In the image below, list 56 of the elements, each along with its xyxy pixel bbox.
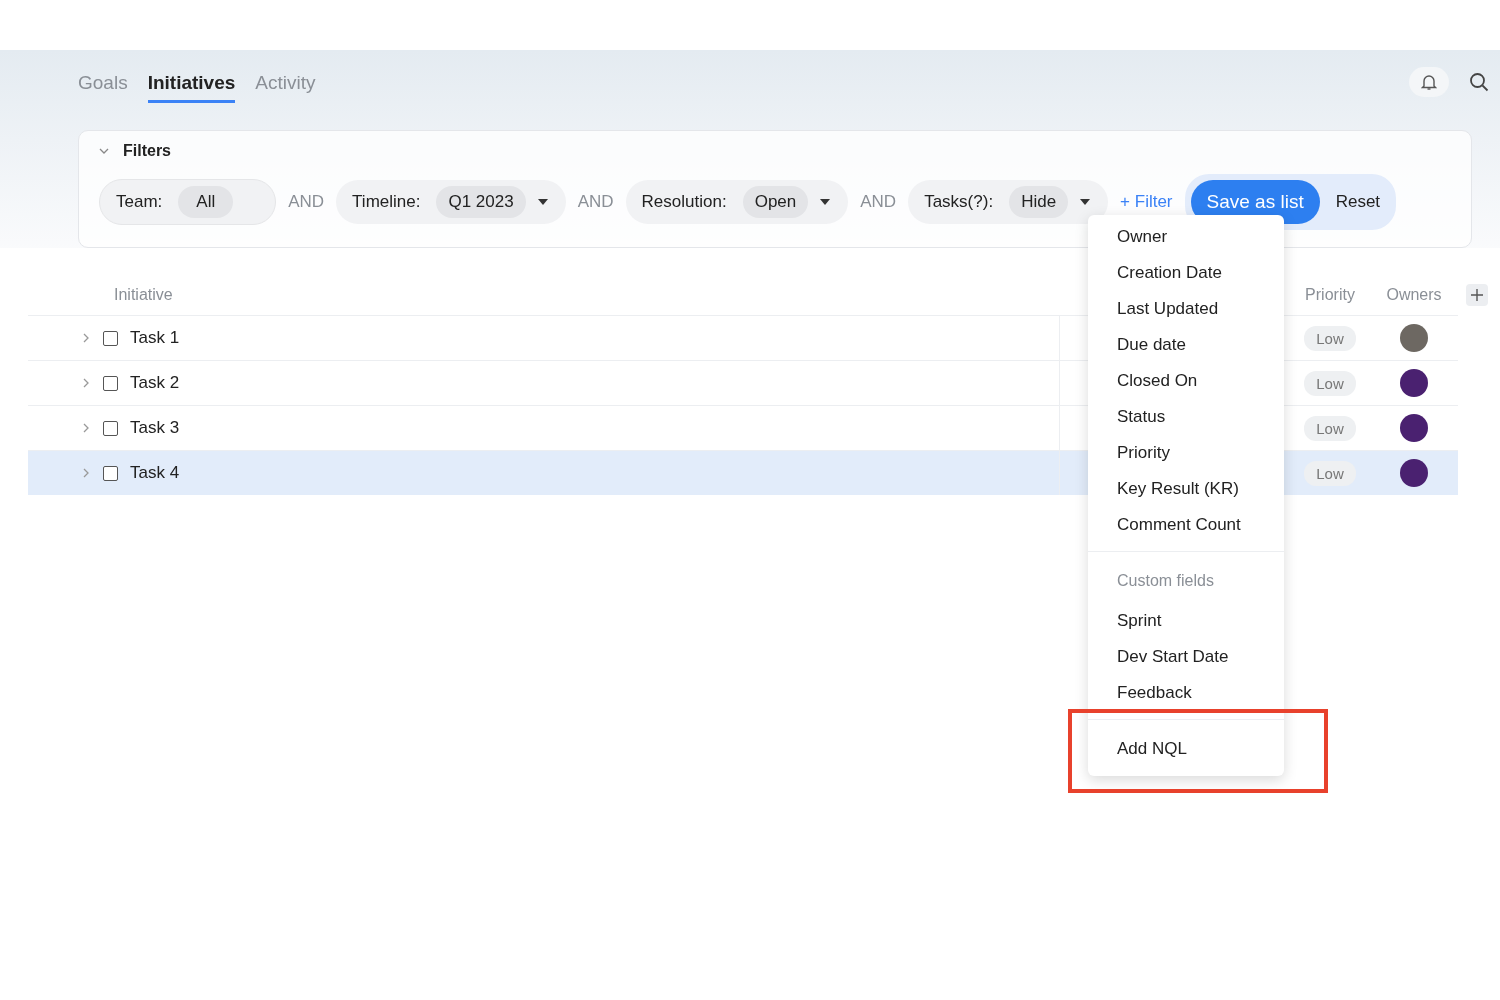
chevron-icon[interactable] xyxy=(99,148,109,154)
task-name[interactable]: Task 3 xyxy=(130,418,180,438)
caret-icon[interactable] xyxy=(537,199,548,205)
priority-tag: Low xyxy=(1304,325,1356,351)
menu-item[interactable]: Sprint xyxy=(1088,603,1284,639)
chevron-icon[interactable] xyxy=(83,423,89,433)
menu-item[interactable]: Comment Count xyxy=(1088,507,1284,543)
filter-label: Timeline: xyxy=(352,192,421,212)
plus-icon xyxy=(1470,289,1483,301)
filter-value[interactable]: All xyxy=(178,186,234,218)
filter-label: Team: xyxy=(116,192,163,212)
menu-item[interactable]: Due date xyxy=(1088,327,1284,363)
menu-item[interactable]: Closed On xyxy=(1088,363,1284,399)
checkbox[interactable] xyxy=(103,330,118,346)
chevron-icon[interactable] xyxy=(83,333,89,343)
caret-icon[interactable] xyxy=(1080,199,1091,205)
add-column-button[interactable] xyxy=(1465,284,1488,306)
tab[interactable]: Initiatives xyxy=(147,65,236,103)
filter-value[interactable]: Open xyxy=(742,186,809,218)
chevron-icon[interactable] xyxy=(83,378,89,388)
menu-section-header: Custom fields xyxy=(1116,571,1215,591)
menu-item[interactable]: Dev Start Date xyxy=(1088,639,1284,675)
menu-item[interactable]: Key Result (KR) xyxy=(1088,471,1284,507)
priority-tag: Low xyxy=(1304,460,1356,486)
filter-label: Resolution: xyxy=(641,192,727,212)
checkbox[interactable] xyxy=(103,420,118,436)
column-header: Priority xyxy=(1304,286,1356,304)
task-cell[interactable]: Task 4 xyxy=(28,451,1060,495)
and-label: AND xyxy=(577,192,614,212)
filter-value[interactable]: Hide xyxy=(1009,186,1069,218)
menu-item[interactable]: Priority xyxy=(1088,435,1284,471)
checkbox[interactable] xyxy=(103,465,118,481)
and-label: AND xyxy=(288,192,325,212)
menu-item[interactable]: Feedback xyxy=(1088,675,1284,711)
search-icon[interactable] xyxy=(1469,72,1489,92)
menu-item[interactable]: Last Updated xyxy=(1088,291,1284,327)
task-name[interactable]: Task 2 xyxy=(130,373,180,393)
menu-item[interactable]: Add NQL xyxy=(1088,731,1284,767)
filters-title: Filters xyxy=(123,142,171,160)
caret-icon[interactable] xyxy=(820,199,831,205)
notification-button[interactable] xyxy=(1409,67,1449,97)
checkbox[interactable] xyxy=(103,375,118,391)
task-name[interactable]: Task 4 xyxy=(130,463,180,483)
column-header: Owners xyxy=(1385,286,1443,304)
menu-item[interactable]: Status xyxy=(1088,399,1284,435)
and-label: AND xyxy=(860,192,897,212)
priority-tag: Low xyxy=(1304,415,1356,441)
filter-label: Tasks(?): xyxy=(924,192,994,212)
bell-icon xyxy=(1421,73,1437,91)
menu-item[interactable]: Creation Date xyxy=(1088,255,1284,291)
column-header: Initiative xyxy=(113,286,174,304)
filter-value[interactable]: Q1 2023 xyxy=(436,186,526,218)
task-name[interactable]: Task 1 xyxy=(130,328,180,348)
reset-button[interactable]: Reset xyxy=(1335,192,1381,212)
priority-tag: Low xyxy=(1304,370,1356,396)
add-filter-link[interactable]: + Filter xyxy=(1120,192,1173,212)
